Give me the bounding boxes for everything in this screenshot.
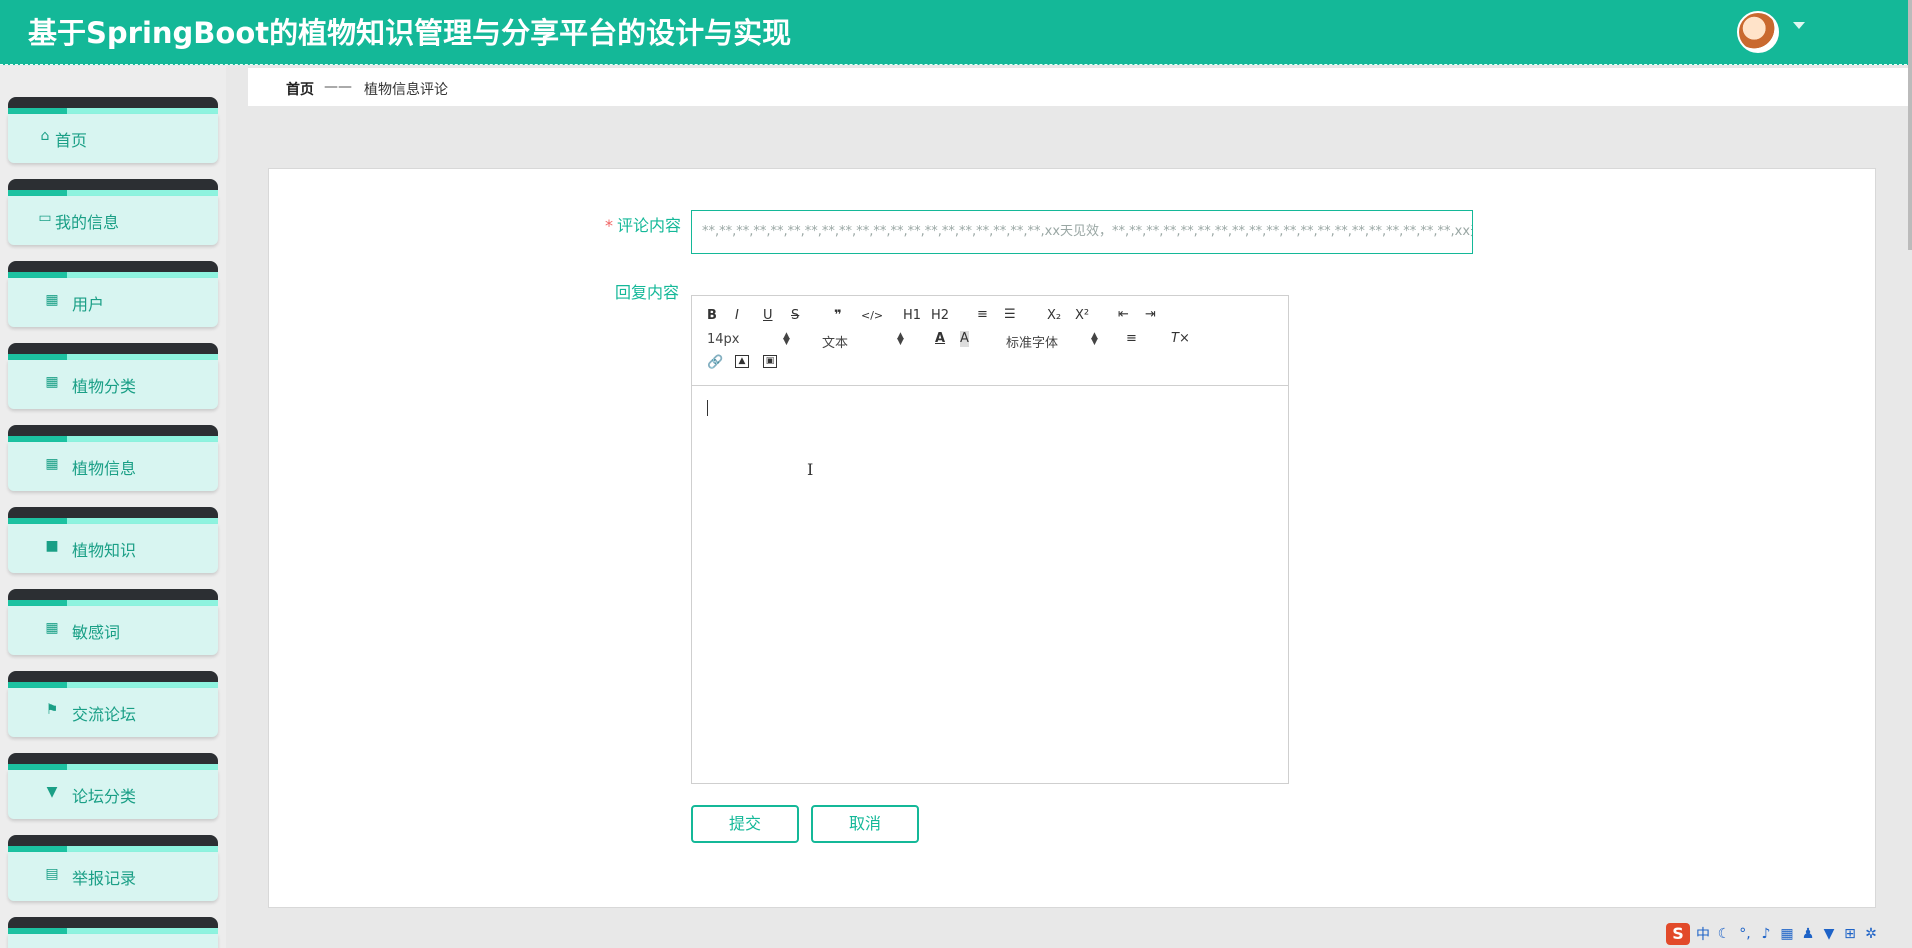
breadcrumb-separator: —— xyxy=(324,79,352,95)
sidebar-item-label: 举报记录 xyxy=(72,869,137,888)
ordered-list-icon[interactable]: ≡ xyxy=(977,307,988,323)
card-icon: ▭ xyxy=(38,210,52,226)
font-family-select[interactable]: 标准字体 xyxy=(1006,332,1058,351)
sidebar-item-label: 论坛分类 xyxy=(72,787,137,806)
heading2-button[interactable]: H2 xyxy=(931,308,949,324)
apps-icon[interactable]: ⊞ xyxy=(1842,926,1858,942)
breadcrumb-current: 植物信息评论 xyxy=(364,82,448,98)
outdent-icon[interactable]: ⇤ xyxy=(1118,307,1129,323)
sidebar-item-label: 首页 xyxy=(55,131,88,150)
breadcrumb: 首页 —— 植物信息评论 xyxy=(248,68,1908,106)
submit-button[interactable]: 提交 xyxy=(691,805,799,843)
sidebar-item-label: 植物知识 xyxy=(72,541,137,560)
grid-icon: ▦ xyxy=(45,374,59,390)
flag-icon: ⚑ xyxy=(45,702,59,718)
sidebar-item-forum[interactable]: ⚑ 交流论坛 xyxy=(8,671,218,737)
sidebar-item-label: 交流论坛 xyxy=(72,705,137,724)
ime-mode[interactable]: 中 xyxy=(1695,924,1711,944)
user-icon[interactable]: ♟ xyxy=(1800,926,1816,942)
home-icon: ⌂ xyxy=(40,128,50,144)
clipboard-icon: ▤ xyxy=(45,866,59,882)
italic-button[interactable]: I xyxy=(735,308,739,324)
bold-button[interactable]: B xyxy=(707,308,717,324)
sidebar-item-sensitive-words[interactable]: ▦ 敏感词 xyxy=(8,589,218,655)
video-icon[interactable]: ▣ xyxy=(763,355,777,368)
grid-icon: ▦ xyxy=(45,456,59,472)
blockquote-button[interactable]: ❞ xyxy=(834,308,842,324)
select-arrows-icon: ▲ ▼ xyxy=(897,331,904,347)
sidebar-item-more[interactable] xyxy=(8,917,218,948)
sidebar-item-label: 我的信息 xyxy=(55,213,120,232)
settings-icon[interactable]: ✲ xyxy=(1863,926,1879,942)
sidebar-item-report-records[interactable]: ▤ 举报记录 xyxy=(8,835,218,901)
grid-icon: ▦ xyxy=(45,292,59,308)
ime-toolbar: S 中 ☾ °, ♪ ▦ ♟ ▼ ⊞ ✲ xyxy=(1666,922,1879,946)
grid-icon: ▦ xyxy=(45,620,59,636)
sidebar: ⌂ 首页 ▭ 我的信息 ▦ 用户 ▦ 植物分类 ▦ 植物信息 ■ 植物知识 ▦ … xyxy=(0,66,226,948)
text-caret xyxy=(707,400,708,416)
background-color-icon[interactable]: A xyxy=(960,331,969,347)
select-arrows-icon: ▲ ▼ xyxy=(783,331,790,347)
align-icon[interactable]: ≡ xyxy=(1126,331,1137,347)
sidebar-item-plant-category[interactable]: ▦ 植物分类 xyxy=(8,343,218,409)
breadcrumb-home[interactable]: 首页 xyxy=(286,79,314,99)
strikethrough-button[interactable]: S xyxy=(791,308,799,324)
indent-icon[interactable]: ⇥ xyxy=(1145,307,1156,323)
heading1-button[interactable]: H1 xyxy=(903,308,921,324)
chevron-down-icon[interactable] xyxy=(1793,22,1805,29)
code-block-button[interactable]: </> xyxy=(861,308,883,324)
font-color-icon[interactable]: A xyxy=(935,331,945,347)
ibeam-cursor-icon: I xyxy=(807,460,814,479)
text-type-select[interactable]: 文本 xyxy=(822,332,848,351)
shirt-icon[interactable]: ▼ xyxy=(1821,926,1837,942)
microphone-icon[interactable]: ♪ xyxy=(1758,926,1774,942)
briefcase-icon: ■ xyxy=(45,538,59,554)
sidebar-item-label: 用户 xyxy=(72,295,105,314)
sidebar-item-plant-info[interactable]: ▦ 植物信息 xyxy=(8,425,218,491)
keyboard-icon[interactable]: ▦ xyxy=(1779,926,1795,942)
underline-button[interactable]: U xyxy=(763,308,773,324)
comment-field[interactable]: **,**,**,**,**,**,**,**,**,**,**,**,**,*… xyxy=(691,210,1473,254)
font-size-select[interactable]: 14px xyxy=(707,332,740,347)
ime-logo-icon[interactable]: S xyxy=(1666,923,1690,945)
page-scrollbar[interactable] xyxy=(1908,0,1912,250)
superscript-button[interactable]: X² xyxy=(1075,308,1089,324)
clear-format-icon[interactable]: T× xyxy=(1171,331,1190,347)
comment-label: * 评论内容 xyxy=(605,212,681,236)
sidebar-item-plant-knowledge[interactable]: ■ 植物知识 xyxy=(8,507,218,573)
punctuation-icon[interactable]: °, xyxy=(1737,926,1753,942)
comment-label-text: 评论内容 xyxy=(617,216,682,235)
top-header: 基于SpringBoot的植物知识管理与分享平台的设计与实现 xyxy=(0,0,1912,65)
moon-icon[interactable]: ☾ xyxy=(1716,926,1732,942)
required-mark: * xyxy=(605,216,613,235)
user-avatar[interactable] xyxy=(1737,11,1779,53)
sidebar-item-my-info[interactable]: ▭ 我的信息 xyxy=(8,179,218,245)
sidebar-item-forum-category[interactable]: ▼ 论坛分类 xyxy=(8,753,218,819)
cancel-button[interactable]: 取消 xyxy=(811,805,919,843)
sidebar-item-home[interactable]: ⌂ 首页 xyxy=(8,97,218,163)
sidebar-item-users[interactable]: ▦ 用户 xyxy=(8,261,218,327)
link-icon[interactable]: 🔗 xyxy=(707,355,723,371)
sidebar-item-label: 植物分类 xyxy=(72,377,137,396)
select-arrows-icon: ▲ ▼ xyxy=(1091,331,1098,347)
sidebar-item-label: 植物信息 xyxy=(72,459,137,478)
subscript-button[interactable]: X₂ xyxy=(1047,308,1061,324)
brush-icon: ▼ xyxy=(46,784,58,800)
app-title: 基于SpringBoot的植物知识管理与分享平台的设计与实现 xyxy=(28,16,792,50)
image-icon[interactable]: ▲ xyxy=(735,355,749,368)
bullet-list-icon[interactable]: ☰ xyxy=(1004,307,1016,323)
editor-content[interactable]: I xyxy=(692,386,1288,783)
rich-text-editor: B I U S ❞ </> H1 H2 ≡ ☰ X₂ X² ⇤ ⇥ 14px ▲… xyxy=(691,295,1289,784)
editor-toolbar: B I U S ❞ </> H1 H2 ≡ ☰ X₂ X² ⇤ ⇥ 14px ▲… xyxy=(692,296,1288,386)
sidebar-item-label: 敏感词 xyxy=(72,623,121,642)
reply-label: 回复内容 xyxy=(615,283,680,302)
form-card: * 评论内容 **,**,**,**,**,**,**,**,**,**,**,*… xyxy=(268,168,1876,908)
